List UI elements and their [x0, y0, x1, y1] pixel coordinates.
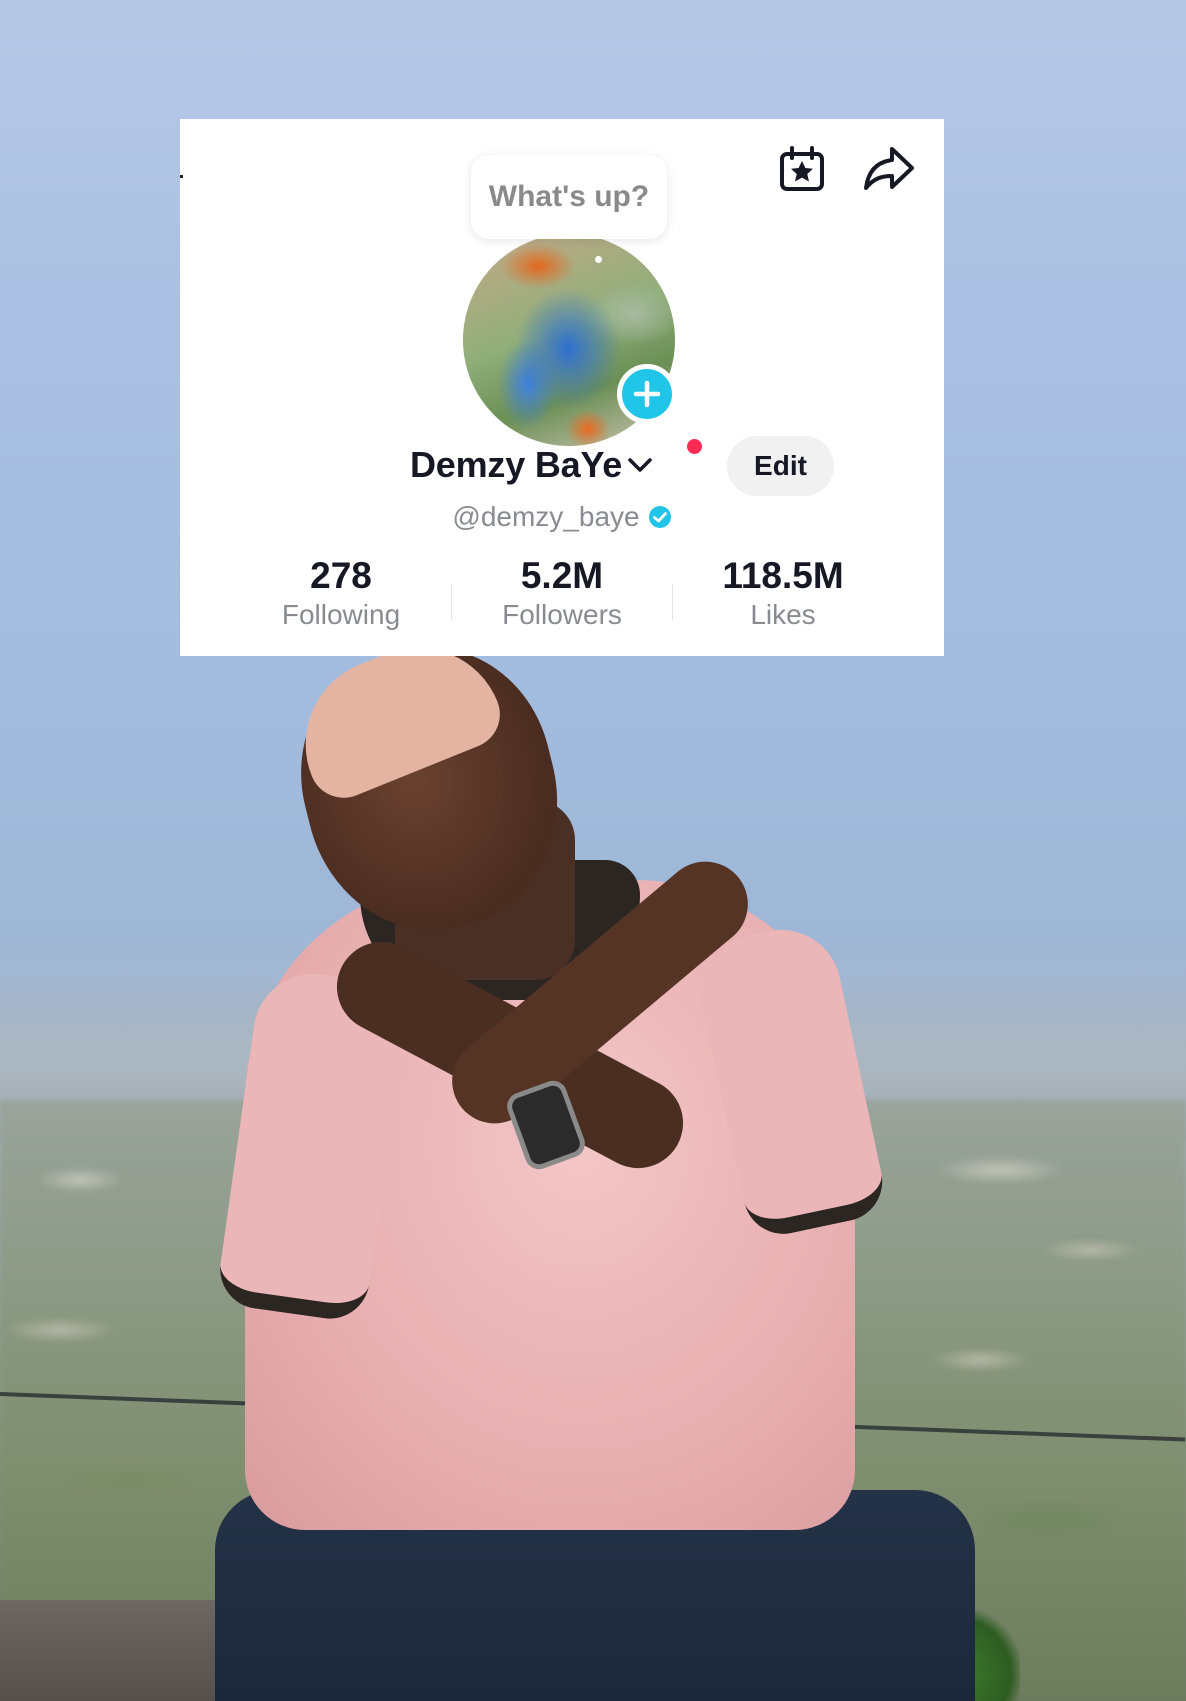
plus-icon	[633, 380, 661, 408]
following-label: Following	[281, 599, 401, 630]
username: @demzy_baye	[452, 501, 640, 532]
profile-stats: 278 Following 5.2M Followers 118.5M Like…	[180, 554, 944, 644]
stat-followers[interactable]: 5.2M Followers	[452, 554, 672, 644]
add-story-button[interactable]	[617, 364, 677, 424]
followers-label: Followers	[502, 599, 622, 630]
stat-following[interactable]: 278 Following	[231, 554, 451, 644]
stat-likes[interactable]: 118.5M Likes	[673, 554, 893, 644]
chevron-down-icon	[626, 451, 654, 479]
display-name: Demzy BaYe	[410, 444, 623, 485]
profile-card: What's up? Demzy BaYe Edit @demzy_baye 2…	[180, 119, 944, 656]
status-bubble[interactable]: What's up?	[471, 155, 667, 239]
notification-dot	[687, 439, 702, 454]
status-prompt: What's up?	[488, 180, 650, 213]
likes-label: Likes	[750, 599, 816, 630]
account-switcher[interactable]: Demzy BaYe	[410, 437, 654, 493]
followers-count: 5.2M	[520, 555, 604, 596]
calendar-star-icon[interactable]	[775, 142, 829, 196]
edit-profile-button[interactable]: Edit	[727, 436, 834, 496]
bubble-tail	[595, 256, 602, 263]
username-row: @demzy_baye	[180, 497, 944, 537]
share-arrow-icon[interactable]	[862, 142, 916, 196]
likes-count: 118.5M	[722, 555, 844, 596]
edit-label: Edit	[754, 450, 807, 481]
following-count: 278	[310, 555, 372, 596]
verified-badge-icon	[648, 506, 671, 528]
edge-mark	[180, 175, 183, 178]
